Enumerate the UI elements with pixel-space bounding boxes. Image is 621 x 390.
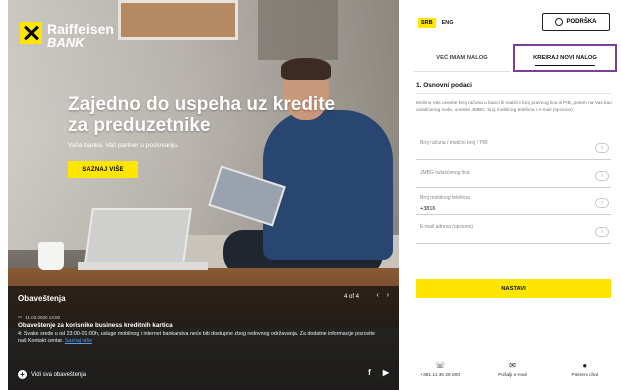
mobile-phone-value: +3816: [420, 206, 436, 212]
brand-logo[interactable]: Raiffeisen BANK: [20, 22, 114, 49]
social-links: f ▶: [368, 368, 389, 377]
jmbg-field[interactable]: JMBG ovlašćenog lica i: [416, 166, 611, 188]
hero-mug: [38, 242, 64, 270]
support-button[interactable]: PODRŠKA: [542, 13, 610, 31]
footer-phone-label: +381 11 30 26 800: [420, 373, 461, 378]
tab-existing-account[interactable]: VEĆ IMAM NALOG: [414, 44, 510, 72]
footer-chat-label: Pokreni chat: [571, 373, 599, 378]
mobile-phone-field[interactable]: Broj mobilnog telefona +3816 i: [416, 193, 611, 215]
section-divider: [416, 93, 611, 94]
hero-headline: Zajedno do uspeha uz kredite za preduzet…: [68, 94, 336, 136]
email-label: E-mail adresa (opciono): [420, 224, 474, 230]
brand-name-line1: Raiffeisen: [47, 21, 114, 37]
info-icon[interactable]: i: [595, 171, 609, 181]
envelope-icon: ✉: [509, 361, 516, 370]
learn-more-button[interactable]: SAZNAJ VIŠE: [68, 161, 138, 178]
news-prev-icon[interactable]: ‹: [376, 292, 378, 299]
hero-subline: Vaša banka, Vaš partner u poslovanju.: [68, 142, 179, 149]
calendar-icon: ▭: [18, 314, 23, 319]
see-all-news-link[interactable]: + Vidi sva obaveštenja: [18, 370, 86, 379]
jmbg-label: JMBG ovlašćenog lica: [420, 170, 470, 176]
support-label: PODRŠKA: [566, 19, 597, 25]
info-icon[interactable]: i: [595, 198, 609, 208]
news-next-icon[interactable]: ›: [387, 292, 389, 299]
account-number-field[interactable]: Broj računa / matični broj / PIB i: [416, 138, 611, 160]
see-all-news-label: Vidi sva obaveštenja: [31, 371, 86, 378]
plus-icon: +: [18, 370, 27, 379]
mobile-phone-label: Broj mobilnog telefona: [420, 195, 470, 201]
youtube-icon[interactable]: ▶: [383, 368, 389, 377]
account-tabs: VEĆ IMAM NALOG KREIRAJ NOVI NALOG: [414, 44, 619, 72]
language-switch: SRB ENG: [418, 18, 454, 28]
news-title: Obaveštenja: [18, 294, 66, 303]
language-eng[interactable]: ENG: [442, 20, 454, 26]
phone-icon: ☏: [435, 361, 446, 370]
news-arrows: ‹ ›: [376, 292, 389, 299]
tab-new-account[interactable]: KREIRAJ NOVI NALOG: [513, 44, 617, 72]
raiffeisen-logo-icon: [20, 22, 42, 44]
hero-shelf: [258, 0, 338, 60]
brand-name: Raiffeisen BANK: [47, 22, 114, 49]
info-icon[interactable]: i: [595, 143, 609, 153]
news-panel: Obaveštenja 4 of 4 ‹ › ▭ 11.03.2020 13:0…: [8, 286, 399, 390]
facebook-icon[interactable]: f: [368, 368, 371, 377]
news-date: ▭ 11.03.2020 13:00: [18, 314, 60, 320]
footer-phone[interactable]: ☏ +381 11 30 26 800: [404, 362, 476, 390]
brand-name-line2: BANK: [47, 35, 85, 50]
page: Raiffeisen BANK Zajedno do uspeha uz kre…: [0, 0, 621, 390]
contact-footer: ☏ +381 11 30 26 800 ✉ Pošalji e-mail ● P…: [404, 362, 621, 390]
footer-email-label: Pošalji e-mail: [498, 373, 527, 378]
account-number-label: Broj računa / matični broj / PIB: [420, 140, 488, 146]
language-srb[interactable]: SRB: [418, 18, 436, 28]
news-body-link[interactable]: Saznaj više: [65, 338, 92, 344]
news-pager: 4 of 4: [343, 294, 359, 300]
continue-button[interactable]: NASTAVI: [416, 279, 611, 298]
news-headline[interactable]: Obaveštenje za korisnike business kredit…: [18, 322, 173, 329]
form-intro: Molimo Vas unesite broj računa u banci i…: [416, 101, 612, 114]
registration-panel: SRB ENG PODRŠKA VEĆ IMAM NALOG KREIRAJ N…: [404, 0, 621, 390]
chat-icon: ●: [582, 361, 588, 370]
hero-laptop: [84, 208, 192, 264]
hero-laptop-base: [78, 262, 208, 270]
hero-person-hair: [281, 58, 331, 80]
footer-chat[interactable]: ● Pokreni chat: [549, 362, 621, 390]
footer-email[interactable]: ✉ Pošalji e-mail: [476, 362, 548, 390]
news-date-text: 11.03.2020 13:00: [25, 314, 60, 320]
email-field[interactable]: E-mail adresa (opciono) i: [416, 222, 611, 244]
section-title: 1. Osnovni podaci: [416, 82, 472, 89]
hero-wall-board: [118, 0, 238, 40]
info-icon[interactable]: i: [595, 227, 609, 237]
news-body: 4: Svake srede u od 23:00-01:00h, usluge…: [18, 331, 378, 346]
lifebuoy-icon: [555, 18, 564, 26]
